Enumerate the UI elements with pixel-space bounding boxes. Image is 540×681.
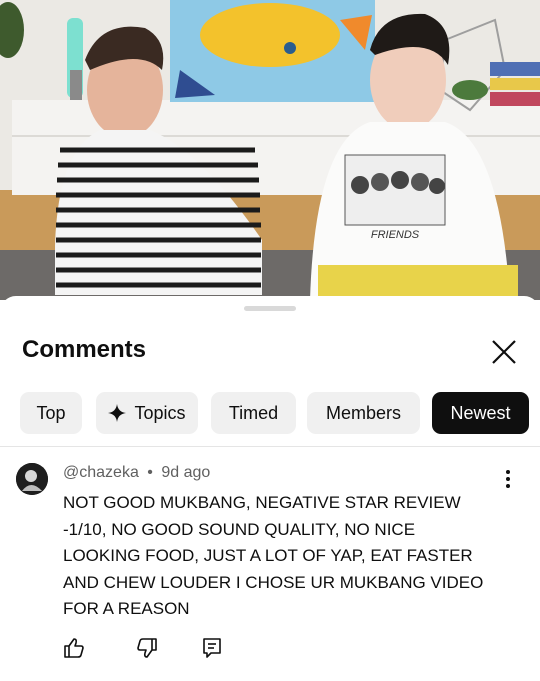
chip-topics-label: Topics <box>134 402 186 423</box>
chip-top[interactable]: Top <box>20 392 82 434</box>
divider <box>0 446 540 447</box>
chip-members[interactable]: Members <box>307 392 420 434</box>
avatar[interactable] <box>16 463 48 495</box>
close-icon[interactable] <box>488 336 520 368</box>
drag-handle[interactable] <box>244 306 296 311</box>
comments-sheet: Comments Top Topics Timed Members Newest <box>0 296 540 681</box>
shirt-text: FRIENDS <box>371 229 420 241</box>
comment-line: AND CHEW LOUDER I CHOSE UR MUKBANG VIDEO <box>63 572 484 592</box>
chip-top-label: Top <box>36 402 66 423</box>
comment-author[interactable]: @chazeka <box>63 464 139 481</box>
video-player[interactable]: FRIENDS <box>0 0 540 300</box>
chip-timed[interactable]: Timed <box>211 392 296 434</box>
chip-newest[interactable]: Newest <box>432 392 529 434</box>
comment-meta: @chazeka • 9d ago <box>63 464 210 482</box>
chip-newest-label: Newest <box>450 402 511 423</box>
comment-line: LOOKING FOOD, JUST A LOT OF YAP, EAT FAS… <box>63 546 473 565</box>
comment-text: NOT GOOD MUKBANG, NEGATIVE STAR REVIEW -… <box>63 490 513 623</box>
chip-members-label: Members <box>325 402 401 423</box>
chip-topics[interactable]: Topics <box>96 392 198 434</box>
meta-separator: • <box>147 464 153 481</box>
video-frame: FRIENDS <box>0 0 540 300</box>
sparkle-icon <box>108 404 127 422</box>
chip-timed-label: Timed <box>228 402 279 423</box>
sheet-title: Comments <box>22 336 147 363</box>
comment-line: -1/10, NO GOOD SOUND QUALITY, NO NICE <box>63 519 416 539</box>
like-icon[interactable] <box>63 637 85 664</box>
more-options-icon[interactable] <box>500 468 516 490</box>
comment-line: NOT GOOD MUKBANG, NEGATIVE STAR REVIEW <box>63 493 461 512</box>
comment-time: 9d ago <box>161 464 211 481</box>
dislike-icon[interactable] <box>136 637 158 664</box>
reply-icon[interactable] <box>202 637 222 664</box>
comment-line: FOR A REASON <box>63 599 190 618</box>
